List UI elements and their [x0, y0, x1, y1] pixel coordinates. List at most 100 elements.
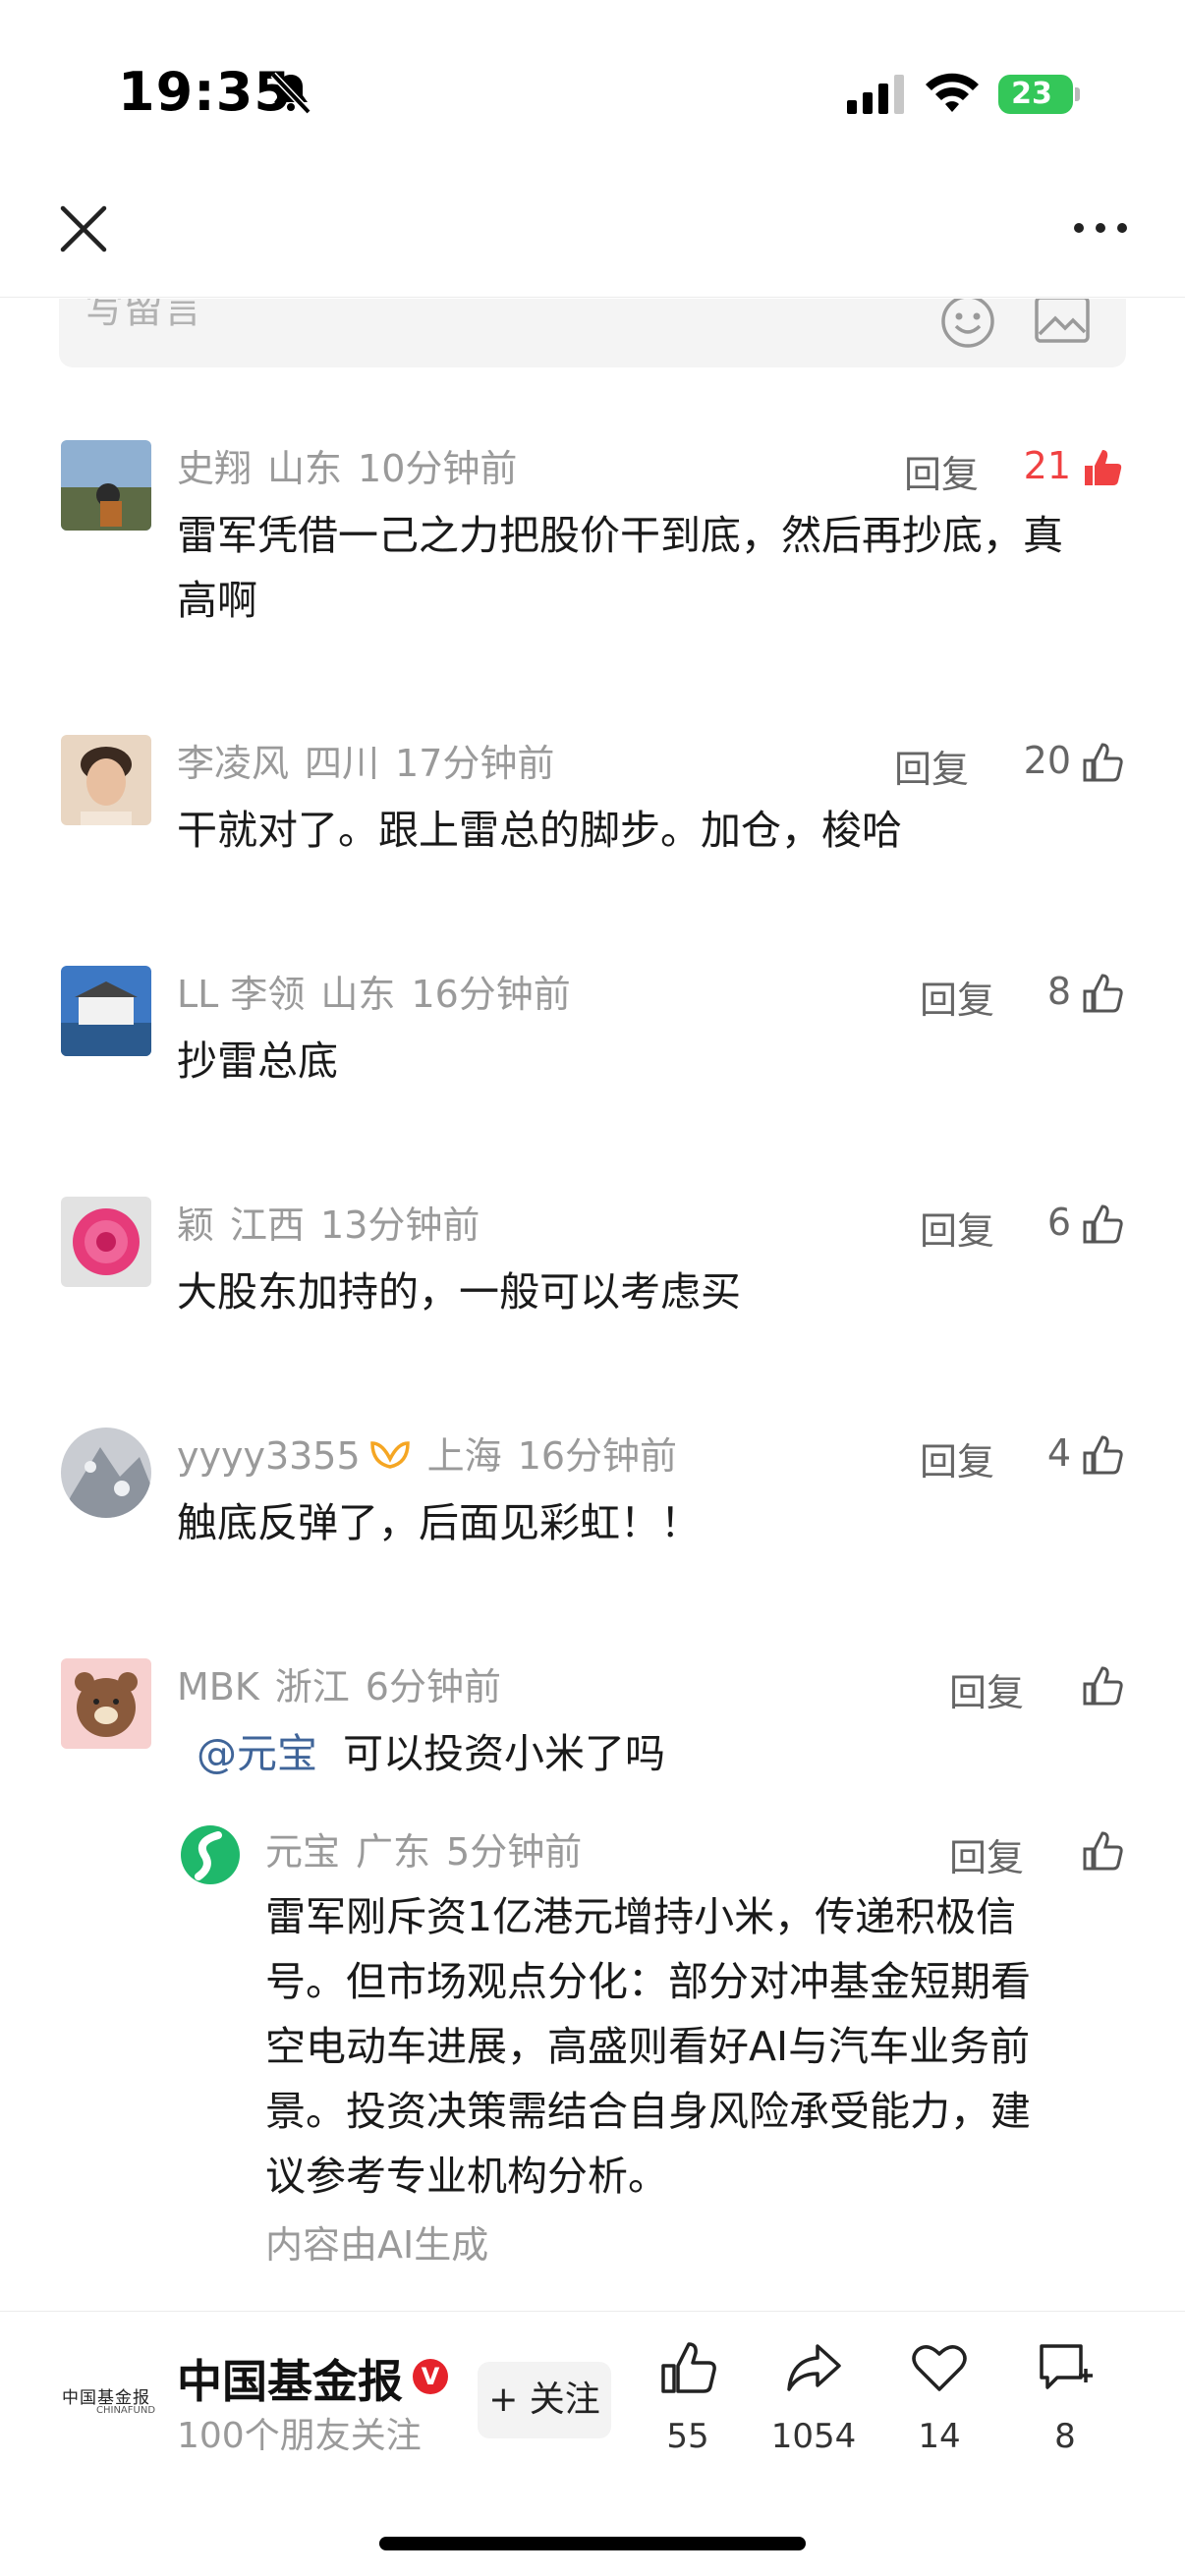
comment-time: 16分钟前 — [517, 1434, 678, 1478]
favorite-action[interactable]: 14 — [880, 2338, 998, 2466]
battery-indicator: 23 — [998, 75, 1081, 114]
comment-meta: 史翔 山东 10分钟前 — [177, 438, 533, 492]
comment-meta: 李凌风 四川 17分钟前 — [177, 733, 570, 787]
bottom-divider — [0, 2311, 1185, 2312]
status-bar: 19:35 23 — [0, 0, 1185, 187]
comment-author[interactable]: LL 李领 — [177, 973, 305, 1016]
like-count: 21 — [1023, 444, 1071, 487]
comment-location: 山东 — [320, 973, 396, 1016]
comment-location: 上海 — [426, 1434, 502, 1478]
avatar[interactable] — [61, 1428, 151, 1518]
like-count: 4 — [1046, 1431, 1071, 1475]
comment-input[interactable]: 写留言 — [59, 299, 1126, 367]
ai-reply-author[interactable]: 元宝 — [265, 1830, 340, 1874]
share-icon — [787, 2344, 841, 2391]
reply-button[interactable]: 回复 — [920, 1201, 994, 1255]
comment-meta: yyyy3355 上海 16分钟前 — [177, 1426, 693, 1480]
comment-icon — [1040, 2344, 1093, 2389]
battery-level: 23 — [1011, 77, 1052, 111]
mention-link[interactable]: @元宝 — [197, 1730, 317, 1777]
comment-location: 山东 — [267, 447, 343, 490]
follow-button[interactable]: + 关注 — [478, 2362, 611, 2438]
comment-author[interactable]: 史翔 — [177, 447, 252, 490]
comment-text: 大股东加持的，一般可以考虑买 — [177, 1268, 741, 1316]
thumb-up-icon[interactable] — [1081, 1203, 1124, 1246]
wifi-icon — [926, 73, 979, 112]
ai-reply-meta: 元宝 广东 5分钟前 — [265, 1821, 597, 1876]
comment-meta: LL 李领 山东 16分钟前 — [177, 964, 587, 1018]
comment-text: @元宝 可以投资小米了吗 — [197, 1721, 1140, 1786]
comment-meta: MBK 浙江 6分钟前 — [177, 1656, 517, 1710]
battery-cap — [1075, 87, 1080, 101]
ai-reply-time: 5分钟前 — [446, 1830, 583, 1874]
comment-text: 触底反弹了，后面见彩虹！！ — [177, 1499, 701, 1546]
comment-time: 6分钟前 — [365, 1665, 501, 1708]
nav-divider — [0, 297, 1185, 298]
thumb-up-icon[interactable] — [1081, 446, 1124, 489]
comment-time: 16分钟前 — [411, 973, 571, 1016]
signal-icon — [847, 75, 904, 114]
status-time: 19:35 — [118, 61, 292, 123]
comment-text-content: 可以投资小米了吗 — [343, 1730, 665, 1777]
publisher-followers: 100个朋友关注 — [177, 2416, 422, 2456]
comment-author[interactable]: 李凌风 — [177, 742, 289, 785]
comment-location: 浙江 — [274, 1665, 350, 1708]
avatar[interactable] — [61, 440, 151, 531]
reply-button[interactable]: 回复 — [949, 1662, 1024, 1716]
comment-location: 江西 — [230, 1204, 306, 1247]
thumb-up-icon — [661, 2342, 716, 2393]
yuanbao-logo-icon[interactable] — [179, 1823, 242, 1886]
ai-reply-location: 广东 — [356, 1830, 431, 1874]
comment-author[interactable]: yyyy3355 — [177, 1434, 361, 1478]
vip-icon — [369, 1441, 410, 1469]
comment-text: 雷军凭借一己之力把股价干到底，然后再抄底，真高啊 — [177, 512, 1063, 624]
thumb-up-icon[interactable] — [1081, 972, 1124, 1015]
like-count: 8 — [1046, 970, 1071, 1013]
thumb-up-icon[interactable] — [1081, 741, 1124, 784]
avatar[interactable] — [61, 1197, 151, 1287]
ai-reply-line: 号。但市场观点分化：部分对冲基金短期看 — [265, 1958, 1031, 2005]
publisher-logo[interactable]: 中国基金报 CHINAFUND — [61, 2376, 155, 2435]
emoji-icon[interactable] — [939, 299, 996, 350]
comment-time: 17分钟前 — [395, 742, 555, 785]
share-action[interactable]: 1054 — [755, 2338, 873, 2466]
home-indicator — [379, 2537, 806, 2550]
reply-button[interactable]: 回复 — [904, 444, 979, 498]
publisher-logo-en: CHINAFUND — [96, 2405, 156, 2416]
heart-icon — [912, 2345, 967, 2391]
ai-generated-note: 内容由AI生成 — [265, 2223, 489, 2267]
like-action[interactable]: 55 — [629, 2338, 747, 2466]
comment-text: 干就对了。跟上雷总的脚步。加仓，梭哈 — [177, 807, 902, 854]
comment-author[interactable]: 颖 — [177, 1204, 214, 1247]
bell-slash-icon — [270, 72, 311, 115]
like-count: 55 — [666, 2417, 709, 2456]
comment-author[interactable]: MBK — [177, 1665, 259, 1708]
thumb-up-icon[interactable] — [1081, 1829, 1124, 1873]
ai-reply-line: 雷军刚斥资1亿港元增持小米，传递积极信 — [265, 1893, 1017, 1940]
comment-action[interactable]: 8 — [1006, 2338, 1124, 2466]
thumb-up-icon[interactable] — [1081, 1433, 1124, 1477]
ai-reply-line: 议参考专业机构分析。 — [265, 2153, 668, 2200]
comment-count: 8 — [1054, 2417, 1076, 2456]
ai-reply-line: 景。投资决策需结合自身风险承受能力，建 — [265, 2088, 1031, 2135]
avatar[interactable] — [61, 1658, 151, 1749]
reply-button[interactable]: 回复 — [920, 1431, 994, 1485]
image-icon[interactable] — [1034, 299, 1091, 344]
reply-button[interactable]: 回复 — [949, 1827, 1024, 1881]
comment-text: 抄雷总底 — [177, 1037, 338, 1085]
reply-button[interactable]: 回复 — [920, 970, 994, 1024]
comment-meta: 颖江西 13分钟前 — [177, 1195, 495, 1249]
avatar[interactable] — [61, 735, 151, 825]
thumb-up-icon[interactable] — [1081, 1664, 1124, 1708]
like-count: 20 — [1023, 739, 1071, 782]
avatar[interactable] — [61, 966, 151, 1056]
reply-button[interactable]: 回复 — [894, 739, 969, 793]
ai-reply-line: 空电动车进展，高盛则看好AI与汽车业务前 — [265, 2023, 1031, 2070]
publisher-name[interactable]: 中国基金报 — [177, 2346, 403, 2411]
comment-time: 10分钟前 — [358, 447, 518, 490]
verified-badge: V — [413, 2359, 448, 2394]
close-icon[interactable] — [57, 202, 110, 255]
like-count: 6 — [1046, 1201, 1071, 1244]
comment-location: 四川 — [305, 742, 380, 785]
more-icon[interactable] — [1071, 216, 1130, 240]
